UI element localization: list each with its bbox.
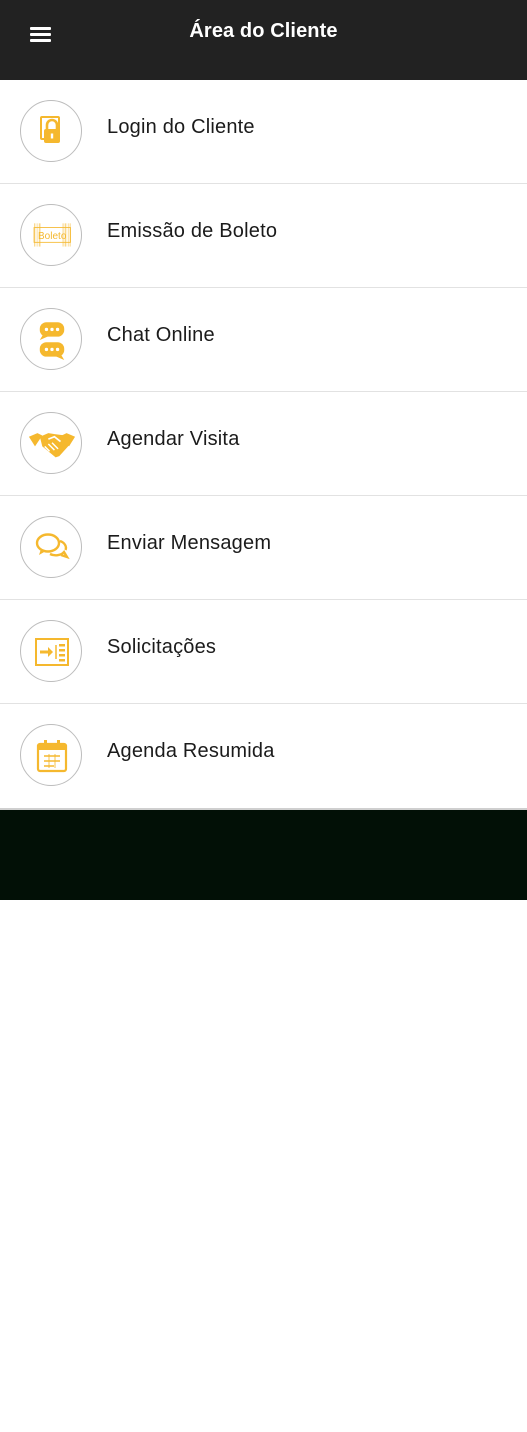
menu-item-label: Agendar Visita (107, 428, 240, 450)
request-form-icon (35, 638, 69, 666)
menu-item-label: Solicitações (107, 636, 217, 658)
client-menu-list: Login do Cliente Boleto Emissão de Bolet… (0, 80, 527, 1432)
menu-item-enviar-mensagem[interactable]: Enviar Mensagem (0, 496, 527, 600)
padlock-icon (40, 116, 60, 143)
menu-icon-circle (20, 100, 82, 162)
menu-item-label: Chat Online (107, 324, 215, 346)
svg-text:Boleto: Boleto (38, 231, 67, 242)
message-bubbles-icon (35, 533, 70, 560)
menu-item-label: Emissão de Boleto (107, 220, 278, 242)
menu-item-label: Agenda Resumida (107, 740, 275, 762)
boleto-icon: Boleto (33, 223, 71, 247)
menu-icon-circle (20, 724, 82, 786)
menu-icon-circle (20, 620, 82, 682)
menu-item-chat-online[interactable]: Chat Online (0, 288, 527, 392)
calendar-icon (36, 740, 68, 773)
menu-icon-circle (20, 308, 82, 370)
bottom-background (0, 808, 527, 900)
menu-item-agendar-visita[interactable]: Agendar Visita (0, 392, 527, 496)
menu-item-label: Enviar Mensagem (107, 532, 272, 554)
menu-item-emissao-de-boleto[interactable]: Boleto Emissão de Boleto (0, 184, 527, 288)
menu-item-login-do-cliente[interactable]: Login do Cliente (0, 80, 527, 184)
top-app-bar: Área do Cliente (0, 0, 527, 80)
chat-bubbles-icon (39, 322, 65, 360)
menu-item-label: Login do Cliente (107, 116, 255, 138)
menu-icon-circle (20, 412, 82, 474)
menu-icon-circle (20, 516, 82, 578)
page-title: Área do Cliente (189, 20, 338, 42)
menu-item-solicitacoes[interactable]: Solicitações (0, 600, 527, 704)
handshake-icon (28, 433, 76, 458)
menu-icon-circle: Boleto (20, 204, 82, 266)
